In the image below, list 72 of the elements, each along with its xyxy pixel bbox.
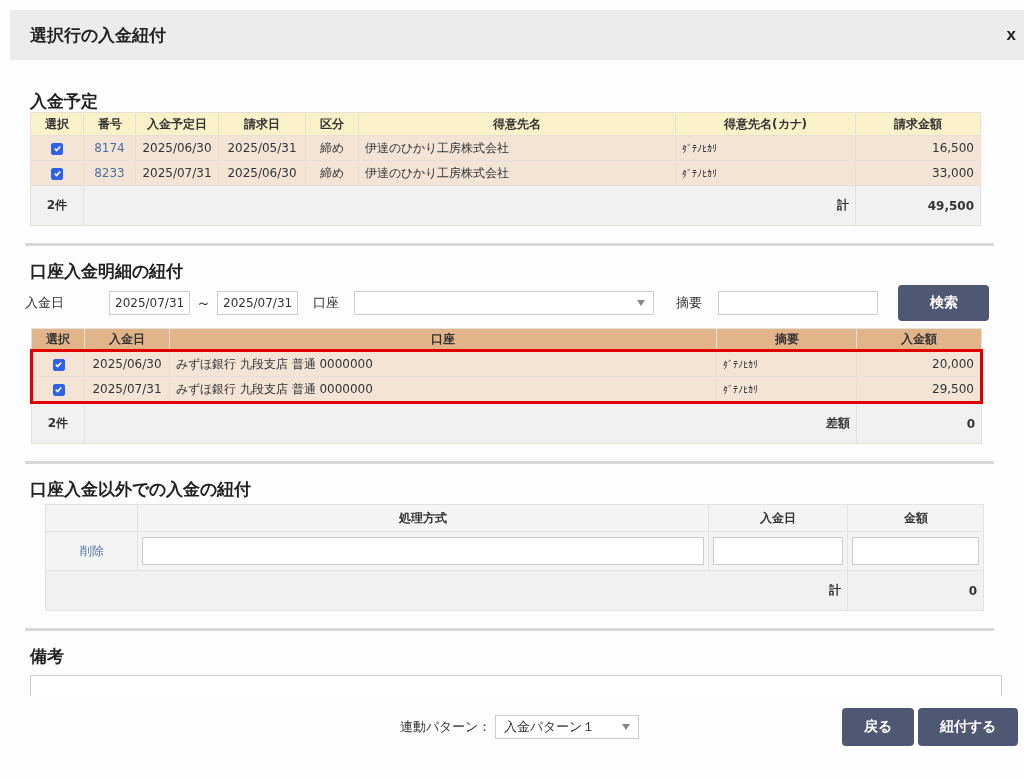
column-header: 処理方式 [137, 504, 709, 532]
table-cell: ﾀﾞﾃﾉﾋｶﾘ [716, 376, 857, 403]
table-cell: 2025/07/31 [135, 160, 219, 186]
section-heading: 口座入金以外での入金の紐付 [30, 478, 252, 501]
total-cell: 49,500 [855, 185, 981, 226]
table-cell: ﾀﾞﾃﾉﾋｶﾘ [716, 350, 857, 377]
section-heading: 備考 [30, 645, 65, 668]
date-label: 入金日 [25, 294, 65, 312]
column-header: 入金日 [708, 504, 848, 532]
table-cell: 2025/05/31 [218, 135, 306, 161]
table-cell: 伊達のひかり工房株式会社 [358, 160, 676, 186]
column-header: 選択 [30, 112, 84, 136]
amount-field[interactable] [852, 537, 979, 565]
column-header: 得意先名(カナ) [675, 112, 856, 136]
table-cell: 伊達のひかり工房株式会社 [358, 135, 676, 161]
table-cell: みずほ銀行 九段支店 普通 0000000 [169, 376, 717, 403]
delete-link[interactable]: 削除 [79, 543, 104, 558]
footer-button[interactable]: 紐付する [918, 708, 1018, 746]
table-cell: ﾀﾞﾃﾉﾋｶﾘ [675, 135, 856, 161]
date-to-field[interactable]: 2025/07/31 [217, 291, 298, 315]
difference-cell: 0 [856, 402, 982, 444]
section-heading: 入金予定 [30, 90, 99, 112]
table-cell: みずほ銀行 九段支店 普通 0000000 [169, 350, 717, 377]
caret-icon [637, 300, 645, 306]
column-header: 入金額 [856, 328, 982, 351]
table-cell: 20,000 [856, 350, 982, 377]
checkbox[interactable] [51, 142, 63, 155]
memo-label: 摘要 [676, 294, 702, 312]
date-from-field[interactable]: 2025/07/31 [109, 291, 190, 315]
notes-field[interactable] [30, 675, 1002, 696]
column-header: 番号 [83, 112, 136, 136]
table-cell: 2025/07/31 [84, 376, 170, 403]
difference-label: 差額 [84, 402, 857, 444]
range-separator: ～ [196, 293, 211, 313]
table-cell: 33,000 [855, 160, 981, 186]
account-dropdown[interactable] [354, 291, 654, 315]
total-label: 計 [83, 185, 856, 226]
table-cell: 29,500 [856, 376, 982, 403]
date-field[interactable] [713, 537, 843, 565]
column-header: 入金日 [84, 328, 170, 351]
method-field[interactable] [142, 537, 704, 565]
column-header: 入金予定日 [135, 112, 219, 136]
section-heading: 口座入金明細の紐付 [30, 260, 184, 283]
total-cell: 0 [847, 570, 984, 611]
total-label: 計 [45, 570, 848, 611]
column-header: 摘要 [716, 328, 857, 351]
column-header: 口座 [169, 328, 717, 351]
pattern-label: 連動パターン： [400, 718, 491, 736]
column-header: 請求日 [218, 112, 306, 136]
table-cell: 2025/06/30 [135, 135, 219, 161]
search-button[interactable]: 検索 [898, 285, 989, 321]
column-header: 金額 [847, 504, 984, 532]
column-header: 得意先名 [358, 112, 676, 136]
column-header: 区分 [305, 112, 359, 136]
checkbox[interactable] [51, 167, 63, 180]
count-cell: 2件 [31, 402, 85, 444]
table-cell: ﾀﾞﾃﾉﾋｶﾘ [675, 160, 856, 186]
table-cell: 2025/06/30 [218, 160, 306, 186]
pattern-dropdown[interactable]: 入金パターン１ [495, 715, 639, 739]
column-header: 請求金額 [855, 112, 981, 136]
caret-icon [622, 724, 630, 730]
close-button[interactable]: x [1006, 25, 1016, 45]
footer-button[interactable]: 戻る [842, 708, 914, 746]
table-cell: 2025/06/30 [84, 350, 170, 377]
memo-field[interactable] [718, 291, 878, 315]
checkbox[interactable] [52, 383, 65, 396]
checkbox[interactable] [52, 358, 65, 371]
column-header: 選択 [31, 328, 85, 351]
table-cell: 16,500 [855, 135, 981, 161]
account-label: 口座 [313, 294, 339, 312]
dialog-title: 選択行の入金紐付 [30, 23, 166, 47]
count-cell: 2件 [30, 185, 84, 226]
